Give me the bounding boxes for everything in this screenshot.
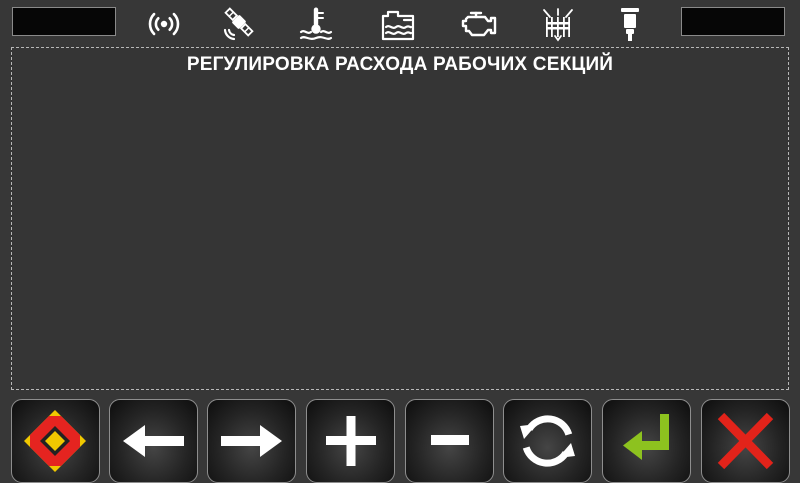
arrow-left-button[interactable] — [109, 399, 198, 483]
coolant-temperature-icon — [296, 4, 336, 44]
close-x-icon — [717, 412, 774, 470]
engine-check-icon — [459, 4, 499, 44]
enter-icon — [623, 414, 669, 460]
decrease-button[interactable] — [405, 399, 494, 483]
refresh-button[interactable] — [503, 399, 592, 483]
page-title: РЕГУЛИРОВКА РАСХОДА РАБОЧИХ СЕКЦИЙ — [186, 54, 614, 75]
plus-icon — [326, 416, 376, 466]
status-display-right — [681, 7, 785, 36]
gps-satellite-icon — [219, 4, 259, 44]
navigation-home-button[interactable] — [11, 399, 100, 483]
status-display-left — [12, 7, 116, 36]
sprayer-nozzles-icon — [538, 4, 578, 44]
fluid-tank-level-icon — [378, 4, 418, 44]
minus-icon — [431, 435, 469, 445]
enter-button[interactable] — [602, 399, 691, 483]
arrow-right-icon — [221, 425, 282, 457]
tower-light-icon — [610, 4, 650, 44]
radio-signal-icon — [144, 4, 184, 44]
close-button[interactable] — [701, 399, 790, 483]
main-panel: РЕГУЛИРОВКА РАСХОДА РАБОЧИХ СЕКЦИЙ — [11, 47, 789, 390]
arrow-left-icon — [123, 425, 184, 457]
arrow-right-button[interactable] — [207, 399, 296, 483]
diamond-nav-icon — [24, 410, 86, 472]
refresh-icon — [520, 415, 575, 467]
increase-button[interactable] — [306, 399, 395, 483]
